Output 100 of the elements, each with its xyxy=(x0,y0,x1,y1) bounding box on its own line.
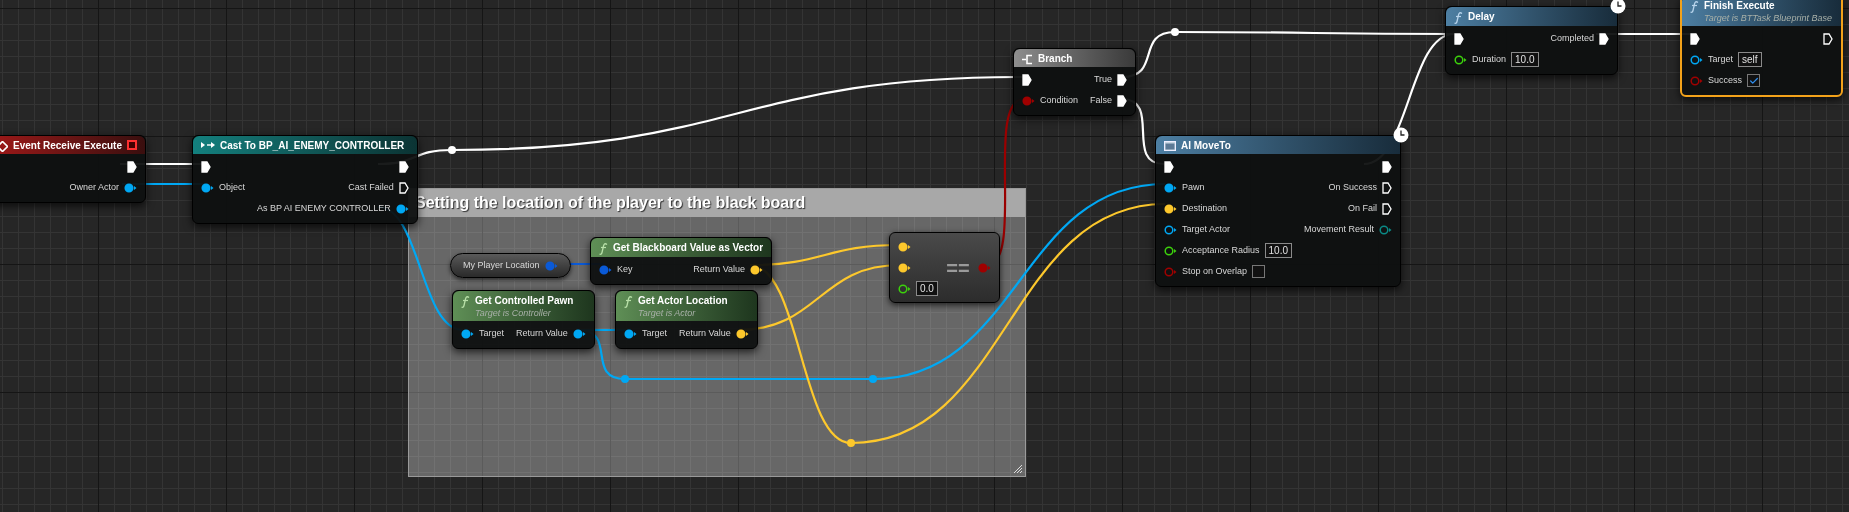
checkbox[interactable] xyxy=(1252,265,1266,278)
pin-label: Cast Failed xyxy=(348,180,394,194)
graph-node[interactable]: Event Receive Execute Owner Actor xyxy=(0,135,146,203)
pin-label: Target Actor xyxy=(1182,222,1231,236)
diamond-icon xyxy=(0,141,8,152)
data-pin-icon[interactable] xyxy=(1164,224,1177,235)
window-icon xyxy=(1164,141,1176,151)
node-subtitle: Target is Controller xyxy=(475,307,552,319)
pin-label: Target xyxy=(1708,52,1733,66)
pin-label: On Success xyxy=(1328,180,1378,194)
graph-canvas[interactable] xyxy=(0,0,1849,512)
data-pin-icon[interactable] xyxy=(572,328,586,339)
value-field[interactable]: 0.0 xyxy=(916,281,938,296)
exec-pin-icon[interactable] xyxy=(201,160,211,173)
node-title: Delay xyxy=(1468,10,1496,23)
function-icon xyxy=(461,296,470,308)
data-pin-icon[interactable] xyxy=(395,203,409,214)
graph-node[interactable]: Get Blackboard Value as Vector Key Return Value xyxy=(590,237,773,285)
node-title: Get Blackboard Value as Vector xyxy=(613,241,764,254)
delegate-pin-icon[interactable] xyxy=(126,140,137,150)
pin-label: Target xyxy=(642,326,667,340)
node-title: Get Controlled Pawn xyxy=(475,294,575,307)
data-pin-icon[interactable] xyxy=(898,283,911,294)
pin-label: Stop on Overlap xyxy=(1182,264,1248,278)
arrow-icon xyxy=(201,141,215,149)
data-pin-icon[interactable] xyxy=(1690,54,1703,65)
variable-node[interactable]: My Player Location xyxy=(450,253,571,278)
node-title: Cast To BP_AI_ENEMY_CONTROLLER xyxy=(220,139,406,152)
branch-icon xyxy=(1022,54,1033,65)
node-subtitle: Target is Actor xyxy=(638,307,697,319)
node-title: AI MoveTo xyxy=(1181,139,1232,152)
node-title: == xyxy=(946,255,970,281)
value-field[interactable]: 10.0 xyxy=(1264,243,1292,258)
data-pin-icon[interactable] xyxy=(123,182,137,193)
graph-node[interactable]: Get Actor Location Target is Actor Target Return Value xyxy=(615,290,758,349)
function-icon xyxy=(1454,12,1463,24)
data-pin-icon[interactable] xyxy=(461,328,474,339)
pin-label: My Player Location xyxy=(463,258,540,272)
exec-pin-icon[interactable] xyxy=(1117,73,1128,86)
function-icon xyxy=(1690,1,1699,13)
data-pin-icon[interactable] xyxy=(750,264,764,275)
node-title: Finish Execute xyxy=(1704,0,1776,12)
pin-label: Completed xyxy=(1550,31,1595,45)
data-pin-icon[interactable] xyxy=(1164,203,1177,214)
node-title: Event Receive Execute xyxy=(13,139,122,152)
exec-pin-icon[interactable] xyxy=(1823,32,1833,45)
graph-node[interactable]: Delay Duration 10.0 Completed xyxy=(1445,6,1619,75)
comment-title: Setting the location of the player to the black board xyxy=(415,194,806,211)
exec-pin-icon[interactable] xyxy=(1599,32,1610,45)
pin-label: Return Value xyxy=(679,326,731,340)
pin-label: Target xyxy=(479,326,504,340)
pin-label: On Fail xyxy=(1348,201,1378,215)
data-pin-icon[interactable] xyxy=(201,182,214,193)
function-icon xyxy=(624,296,633,308)
checkbox[interactable] xyxy=(1747,74,1760,87)
node-subtitle: Target is BTTask Blueprint Base xyxy=(1704,12,1833,24)
data-pin-icon[interactable] xyxy=(1164,182,1177,193)
pin-label: As BP AI ENEMY CONTROLLER xyxy=(257,201,391,215)
exec-pin-icon[interactable] xyxy=(1022,73,1032,86)
exec-pin-icon[interactable] xyxy=(398,160,409,173)
pin-label: Duration xyxy=(1472,52,1507,66)
value-field[interactable]: 10.0 xyxy=(1511,52,1539,67)
exec-pin-icon[interactable] xyxy=(398,181,409,194)
graph-node[interactable]: Branch Condition True False xyxy=(1013,48,1137,116)
data-pin-icon[interactable] xyxy=(1164,245,1177,256)
pin-label: Acceptance Radius xyxy=(1182,243,1260,257)
resize-grip-icon[interactable] xyxy=(1013,464,1023,474)
exec-pin-icon[interactable] xyxy=(1382,202,1393,215)
pin-label: Return Value xyxy=(693,262,746,276)
data-pin-icon[interactable] xyxy=(898,262,911,273)
exec-pin-icon[interactable] xyxy=(1117,94,1128,107)
graph-node[interactable]: Get Controlled Pawn Target is Controller Target Return Value xyxy=(452,290,595,349)
exec-pin-icon[interactable] xyxy=(1382,181,1393,194)
pin-label: Owner Actor xyxy=(69,180,119,194)
exec-pin-icon[interactable] xyxy=(1164,160,1174,173)
data-pin-icon[interactable] xyxy=(898,241,911,252)
value-field[interactable]: self xyxy=(1738,52,1762,67)
data-pin-icon[interactable] xyxy=(624,328,637,339)
pin-label: True xyxy=(1093,72,1113,86)
exec-pin-icon[interactable] xyxy=(1382,160,1393,173)
compare-node[interactable]: 0.0 == xyxy=(889,232,1000,303)
graph-node[interactable]: Cast To BP_AI_ENEMY_CONTROLLER Object Cast Failed As BP AI ENEMY CONTROLLER xyxy=(192,135,418,224)
exec-pin-icon[interactable] xyxy=(1690,32,1700,45)
node-title: Get Actor Location xyxy=(638,294,729,307)
data-pin-icon[interactable] xyxy=(735,328,749,339)
graph-node[interactable]: Finish Execute Target is BTTask Blueprint Base Target self Success xyxy=(1680,0,1843,97)
data-pin-icon[interactable] xyxy=(1454,54,1467,65)
pin-label: Movement Result xyxy=(1304,222,1375,236)
pin-label: False xyxy=(1090,93,1113,107)
function-icon xyxy=(599,243,608,255)
exec-pin-icon[interactable] xyxy=(126,160,137,173)
exec-pin-icon[interactable] xyxy=(1454,32,1464,45)
pin-label: Pawn xyxy=(1182,180,1205,194)
pin-label: Success xyxy=(1708,73,1742,87)
pin-label: Return Value xyxy=(516,326,568,340)
node-title: Branch xyxy=(1038,52,1074,65)
pin-label: Condition xyxy=(1040,93,1079,107)
pin-label: Destination xyxy=(1182,201,1228,215)
graph-node[interactable]: AI MoveTo Pawn Destination Target Actor Acceptance Radius 10.0 Stop on Overlap On Success On Fail Movement Result xyxy=(1155,135,1402,287)
pin-label: Object xyxy=(219,180,245,194)
